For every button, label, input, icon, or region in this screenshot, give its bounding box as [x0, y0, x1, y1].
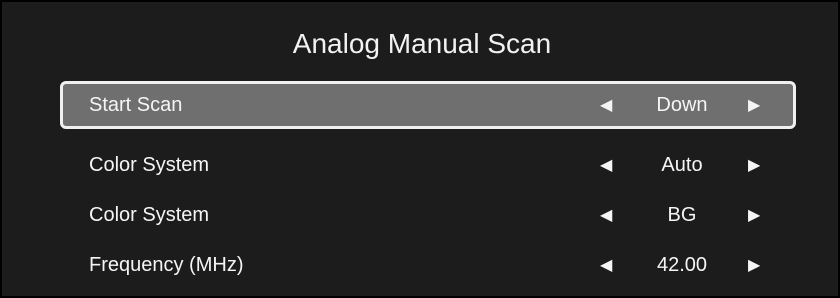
row-value-start-scan: Down [656, 93, 708, 116]
triangle-right-icon[interactable]: ▶ [748, 84, 760, 126]
triangle-right-icon[interactable]: ▶ [748, 191, 760, 239]
menu-row-frequency[interactable]: Frequency (MHz) ◀ 42.00 ▶ [60, 241, 796, 289]
triangle-left-icon[interactable]: ◀ [600, 141, 612, 189]
triangle-right-icon[interactable]: ▶ [748, 141, 760, 189]
row-label-color-system: Color System [89, 153, 210, 176]
menu-row-sound-system[interactable]: Color System ◀ BG ▶ [60, 191, 796, 239]
menu-row-start-scan[interactable]: Start Scan ◀ Down ▶ [60, 81, 796, 129]
triangle-left-icon[interactable]: ◀ [600, 241, 612, 289]
menu-title: Analog Manual Scan [292, 28, 552, 59]
row-value-sound-system: BG [667, 203, 697, 226]
menu-row-color-system[interactable]: Color System ◀ Auto ▶ [60, 141, 796, 189]
triangle-left-icon[interactable]: ◀ [600, 84, 612, 126]
row-label-sound-system: Color System [89, 203, 210, 226]
triangle-left-icon[interactable]: ◀ [600, 191, 612, 239]
row-value-frequency: 42.00 [656, 253, 708, 276]
row-label-frequency: Frequency (MHz) [89, 253, 244, 276]
triangle-right-icon[interactable]: ▶ [748, 241, 760, 289]
analog-manual-scan-screen: Analog Manual Scan Start Scan ◀ Down ▶ C… [0, 0, 840, 298]
row-value-color-system: Auto [661, 153, 703, 176]
row-label-start-scan: Start Scan [89, 93, 183, 116]
